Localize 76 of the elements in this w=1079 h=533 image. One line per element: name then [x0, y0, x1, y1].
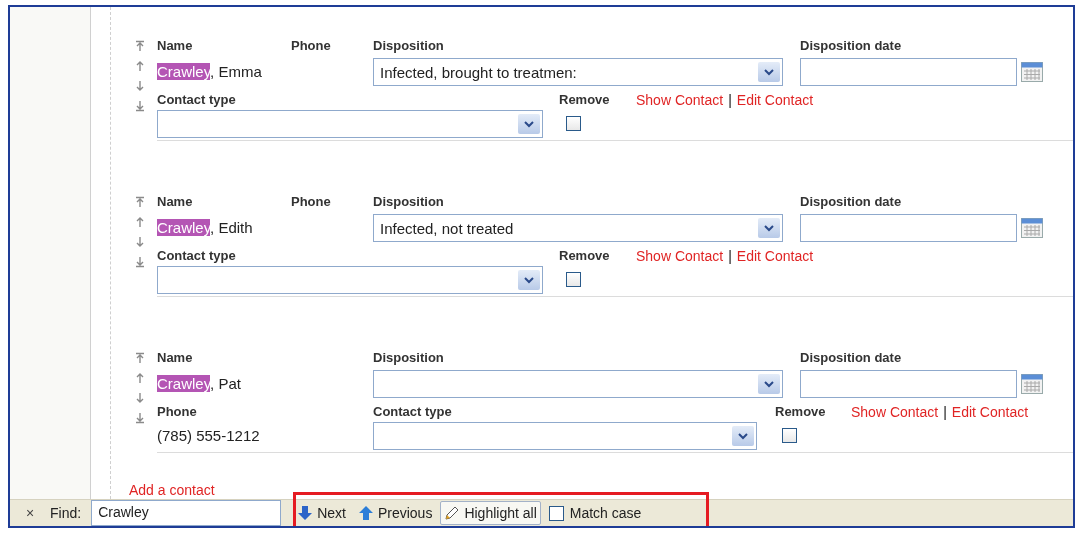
disposition-select[interactable]: Infected, brought to treatmen: [373, 58, 783, 86]
highlight-toggle[interactable]: Highlight all [440, 501, 541, 525]
phone-label: Phone [157, 404, 198, 420]
edit-contact-link[interactable]: Edit Contact [951, 404, 1029, 420]
edit-contact-link[interactable]: Edit Contact [736, 248, 814, 264]
show-contact-link[interactable]: Show Contact [636, 92, 724, 108]
move-bottom-icon[interactable] [135, 256, 145, 268]
close-button[interactable]: × [22, 505, 38, 521]
phone-number: (785) 555-1212 [157, 426, 260, 446]
show-contact-link[interactable]: Show Contact [851, 404, 939, 420]
chevron-icon [518, 114, 540, 134]
contact-name: Crawley, Edith [157, 219, 253, 236]
move-bottom-icon[interactable] [135, 412, 145, 424]
name-label: Name [157, 38, 194, 54]
name-label: Name [157, 194, 194, 210]
calendar-icon[interactable] [1021, 62, 1043, 82]
contact-type-label: Contact type [157, 92, 237, 108]
date-field[interactable] [800, 58, 1017, 86]
move-top-icon[interactable] [135, 40, 145, 52]
disposition-date-label: Disposition date [800, 194, 903, 210]
match-case-label[interactable]: Match case [569, 505, 642, 521]
contact-type-label: Contact type [157, 248, 237, 264]
move-top-icon[interactable] [135, 196, 145, 208]
remove-checkbox[interactable] [566, 116, 581, 131]
arrow-down-icon [297, 505, 314, 521]
find-label: Find: [50, 505, 82, 521]
contact-name: Crawley, Pat [157, 374, 241, 394]
arrow-up-icon[interactable] [135, 216, 145, 228]
chevron-icon [758, 374, 780, 394]
add-contact-link[interactable]: Add a contact [129, 482, 215, 498]
disposition-select[interactable] [373, 370, 783, 398]
phone-label: Phone [291, 38, 332, 54]
arrow-down-icon[interactable] [135, 80, 145, 92]
link-separator: | [728, 248, 732, 264]
show-contact-link[interactable]: Show Contact [636, 248, 724, 264]
arrow-up-icon [357, 505, 374, 521]
chevron-icon [518, 270, 540, 290]
date-field[interactable] [800, 370, 1017, 398]
date-field[interactable] [800, 214, 1017, 242]
remove-checkbox[interactable] [566, 272, 581, 287]
chevron-icon [732, 426, 754, 446]
move-bottom-icon[interactable] [135, 100, 145, 112]
disposition-label: Disposition [373, 350, 445, 366]
arrow-down-icon[interactable] [135, 392, 145, 404]
pencil-icon [444, 505, 461, 521]
contact-name: Crawley, Emma [157, 63, 262, 80]
next-button[interactable]: Next [293, 501, 350, 525]
disposition-label: Disposition [373, 38, 445, 54]
remove-label: Remove [559, 92, 611, 108]
move-top-icon[interactable] [135, 352, 145, 364]
previous-button[interactable]: Previous [353, 501, 437, 525]
chevron-icon [758, 62, 780, 82]
remove-label: Remove [559, 248, 611, 264]
match-case-checkbox[interactable] [548, 505, 564, 521]
phone-label: Phone [291, 194, 332, 210]
contact-type-select[interactable] [157, 110, 543, 138]
arrow-down-icon[interactable] [135, 236, 145, 248]
chevron-icon [758, 218, 780, 238]
find-field[interactable]: Crawley [91, 500, 282, 526]
link-separator: | [728, 92, 732, 108]
arrow-up-icon[interactable] [135, 372, 145, 384]
name-label: Name [157, 350, 194, 366]
remove-checkbox[interactable] [782, 428, 797, 443]
arrow-up-icon[interactable] [135, 60, 145, 72]
contact-type-select[interactable] [157, 266, 543, 294]
disposition-date-label: Disposition date [800, 350, 903, 366]
calendar-icon[interactable] [1021, 218, 1043, 238]
edit-contact-link[interactable]: Edit Contact [736, 92, 814, 108]
link-separator: | [943, 404, 947, 420]
disposition-label: Disposition [373, 194, 445, 210]
contact-type-select[interactable] [373, 422, 757, 450]
disposition-date-label: Disposition date [800, 38, 903, 54]
remove-label: Remove [775, 404, 827, 420]
disposition-select[interactable]: Infected, not treated [373, 214, 783, 242]
calendar-icon[interactable] [1021, 374, 1043, 394]
contact-type-label: Contact type [373, 404, 453, 420]
